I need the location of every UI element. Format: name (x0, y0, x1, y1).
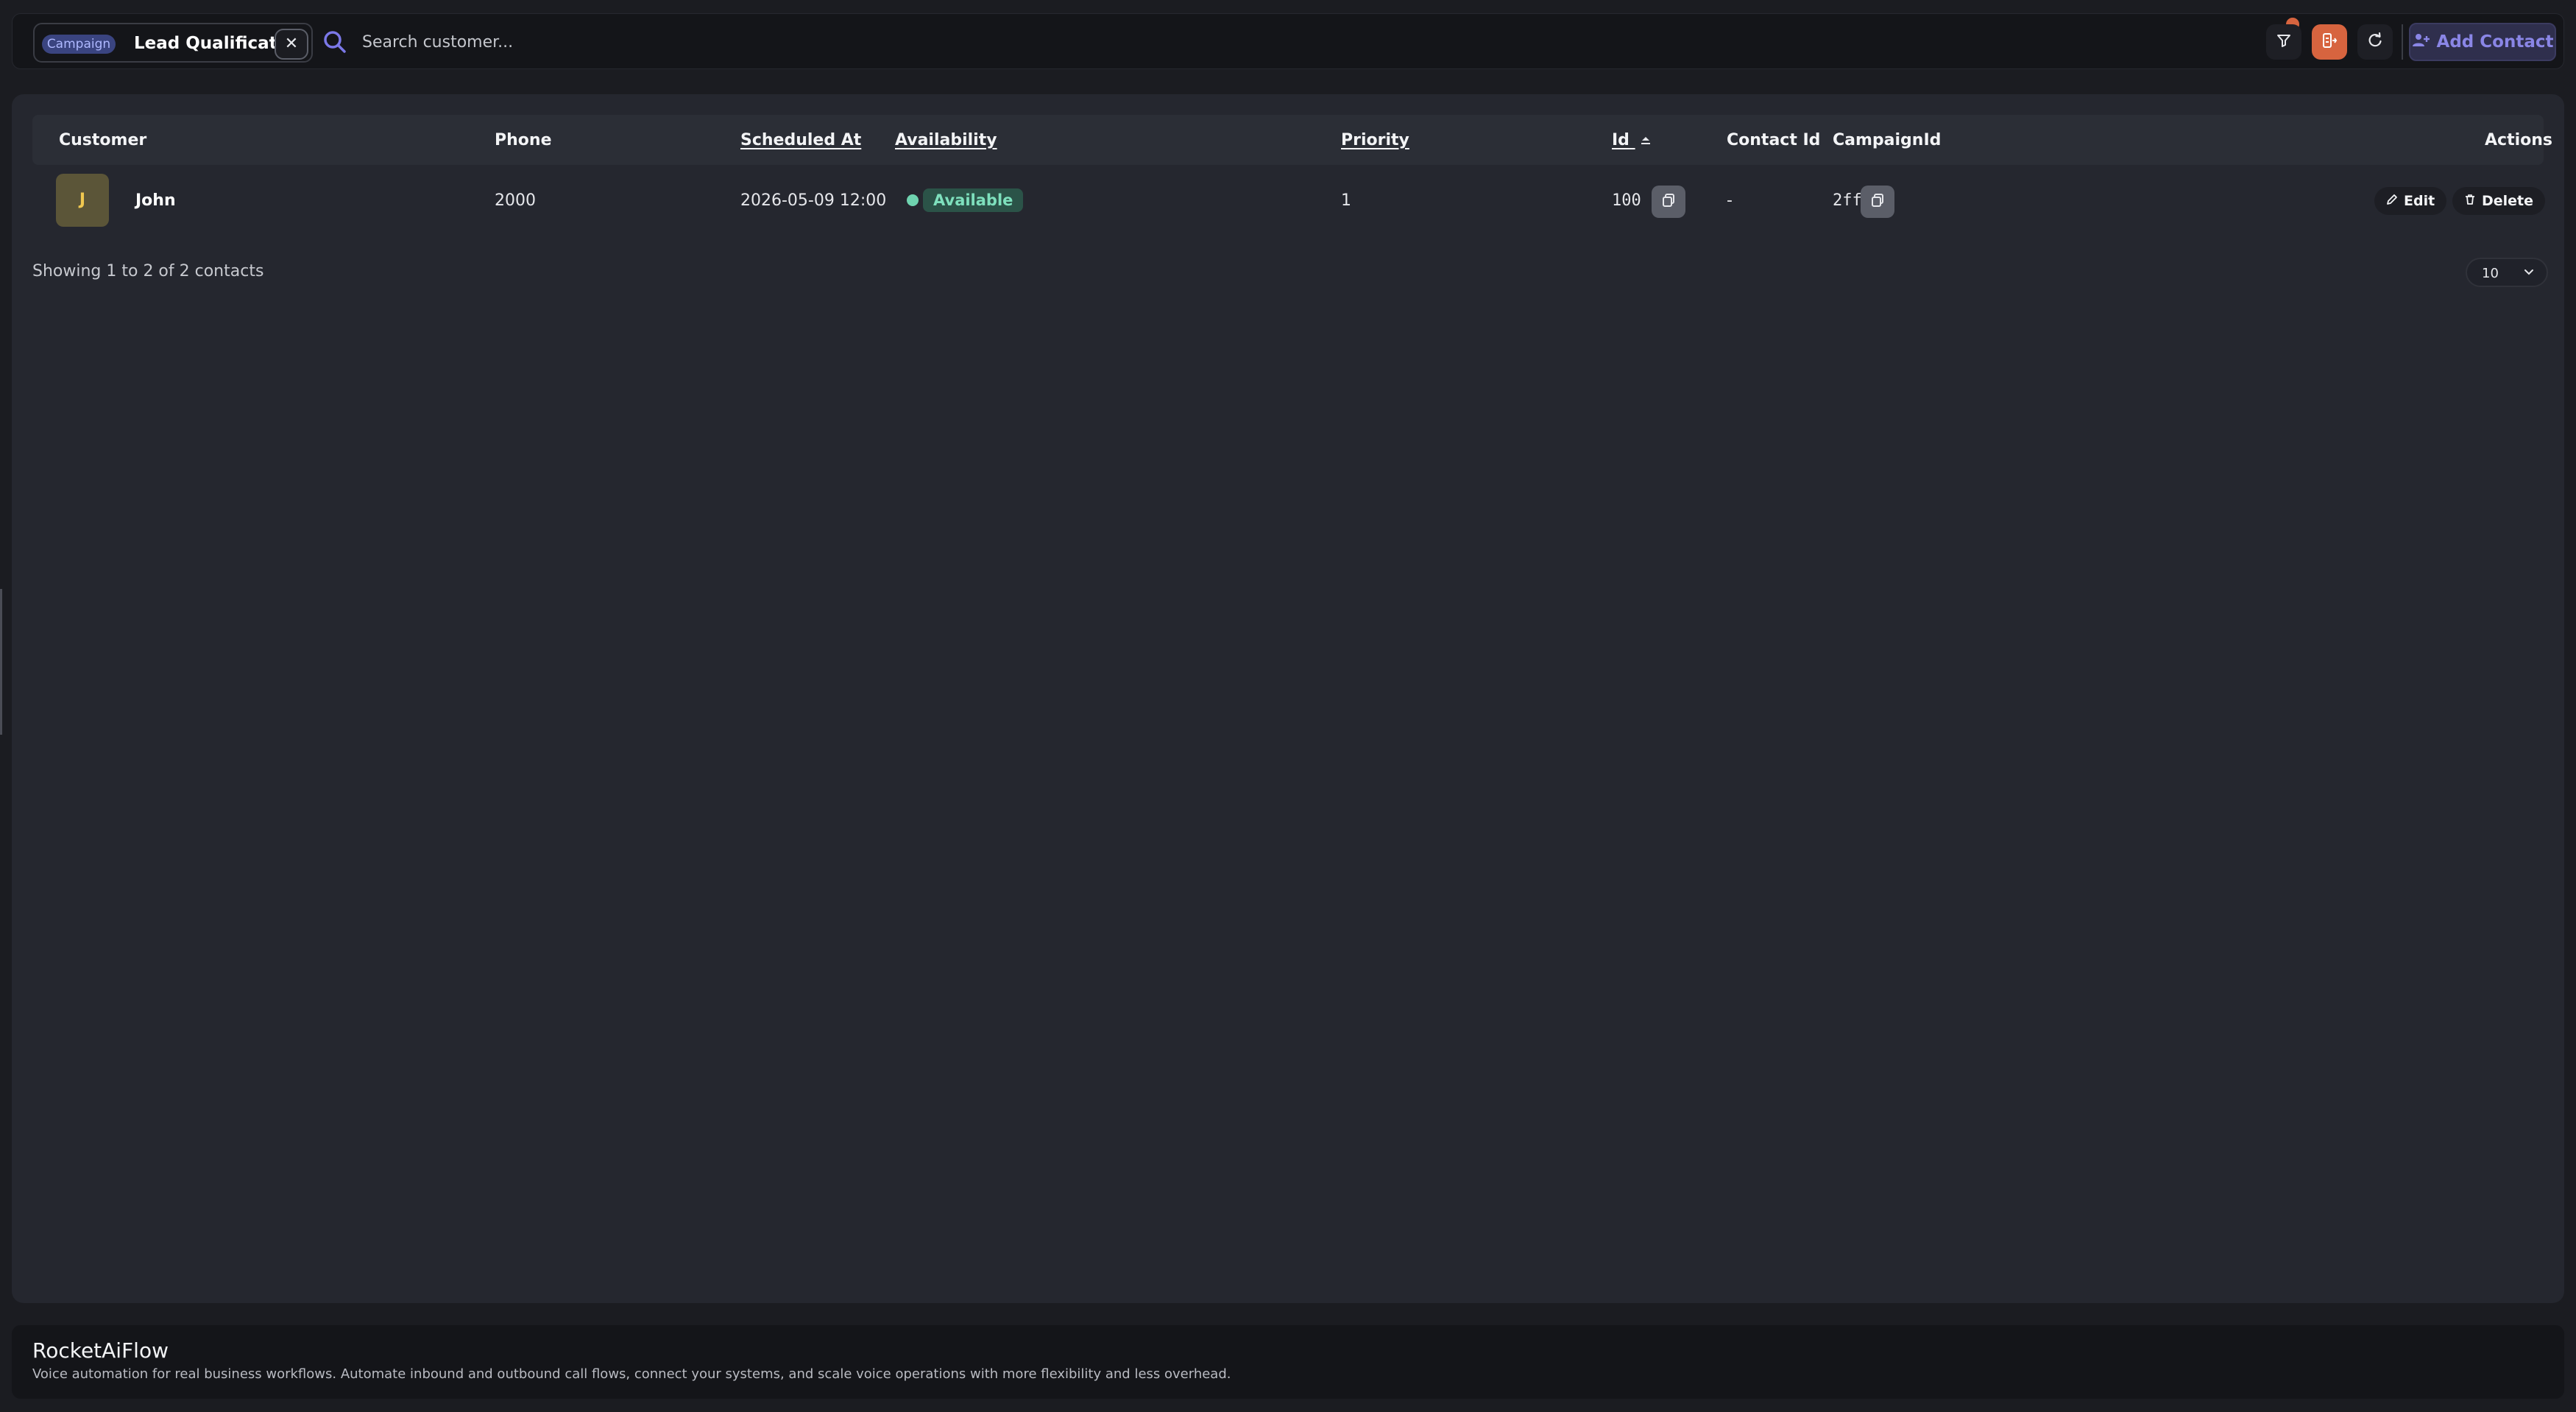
edit-label: Edit (2404, 193, 2435, 209)
copy-campaign-id-button[interactable] (1861, 186, 1894, 218)
column-header-priority[interactable]: Priority (1341, 131, 1409, 149)
avatar: J (56, 174, 109, 227)
search-icon (322, 29, 348, 55)
table-row[interactable]: J John 2000 2026-05-09 12:00 Available 1… (32, 166, 2546, 233)
copy-icon (1661, 193, 1676, 211)
campaign-filter-chip[interactable]: Campaign Lead Qualification ✕ (33, 23, 313, 63)
export-button[interactable] (2312, 24, 2347, 60)
contact-id-cell: - (1727, 191, 1733, 210)
campaign-tag: Campaign (42, 35, 116, 54)
footer-description: Voice automation for real business workf… (32, 1366, 1231, 1382)
column-header-scheduled-at[interactable]: Scheduled At (740, 131, 861, 149)
filter-icon (2276, 32, 2292, 52)
column-header-contact-id: Contact Id (1727, 131, 1821, 149)
filter-button[interactable] (2266, 24, 2301, 60)
chevron-down-icon (2523, 266, 2535, 282)
scheduled-at-cell: 2026-05-09 12:00 (740, 191, 887, 210)
availability-status-dot (907, 194, 919, 206)
sidebar-collapse-handle[interactable] (0, 589, 2, 735)
column-header-id[interactable]: Id (1612, 131, 1652, 150)
clear-campaign-filter-button[interactable]: ✕ (275, 29, 308, 60)
sort-ascending-icon (1640, 132, 1652, 150)
top-bar: Campaign Lead Qualification ✕ Search cus… (12, 13, 2564, 69)
column-header-id-label: Id (1612, 131, 1630, 149)
copy-id-button[interactable] (1652, 186, 1685, 218)
id-cell: 100 (1612, 191, 1641, 210)
footer-brand-title: RocketAiFlow (32, 1338, 169, 1363)
refresh-icon (2367, 32, 2383, 52)
pencil-icon (2386, 193, 2398, 209)
delete-label: Delete (2482, 193, 2534, 209)
page-size-value: 10 (2482, 266, 2499, 281)
column-header-availability[interactable]: Availability (895, 131, 997, 149)
add-contact-button[interactable]: Add Contact (2409, 23, 2556, 61)
column-header-actions: Actions (2485, 131, 2552, 149)
footer: RocketAiFlow Voice automation for real b… (12, 1325, 2564, 1399)
add-contact-label: Add Contact (2436, 32, 2554, 52)
toolbar-divider (2402, 24, 2403, 60)
availability-badge: Available (923, 188, 1024, 212)
delete-button[interactable]: Delete (2452, 187, 2546, 215)
trash-icon (2464, 193, 2476, 209)
column-header-campaign-id: CampaignId (1833, 131, 1942, 149)
add-user-icon (2412, 32, 2430, 52)
export-icon (2321, 32, 2338, 52)
priority-cell: 1 (1341, 191, 1351, 210)
phone-cell: 2000 (495, 191, 536, 210)
copy-icon (1870, 193, 1885, 211)
page-size-select[interactable]: 10 (2466, 258, 2548, 287)
search-input[interactable] (362, 27, 1466, 57)
column-header-customer: Customer (59, 131, 147, 149)
pagination-summary: Showing 1 to 2 of 2 contacts (32, 262, 264, 280)
column-header-phone: Phone (495, 131, 552, 149)
refresh-button[interactable] (2357, 24, 2393, 60)
edit-button[interactable]: Edit (2374, 187, 2447, 215)
table-header: Customer Phone Scheduled At Availability… (32, 115, 2552, 165)
campaign-id-cell: 2ff (1833, 191, 1862, 210)
contacts-panel: Customer Phone Scheduled At Availability… (12, 94, 2564, 1303)
customer-name: John (135, 191, 176, 210)
